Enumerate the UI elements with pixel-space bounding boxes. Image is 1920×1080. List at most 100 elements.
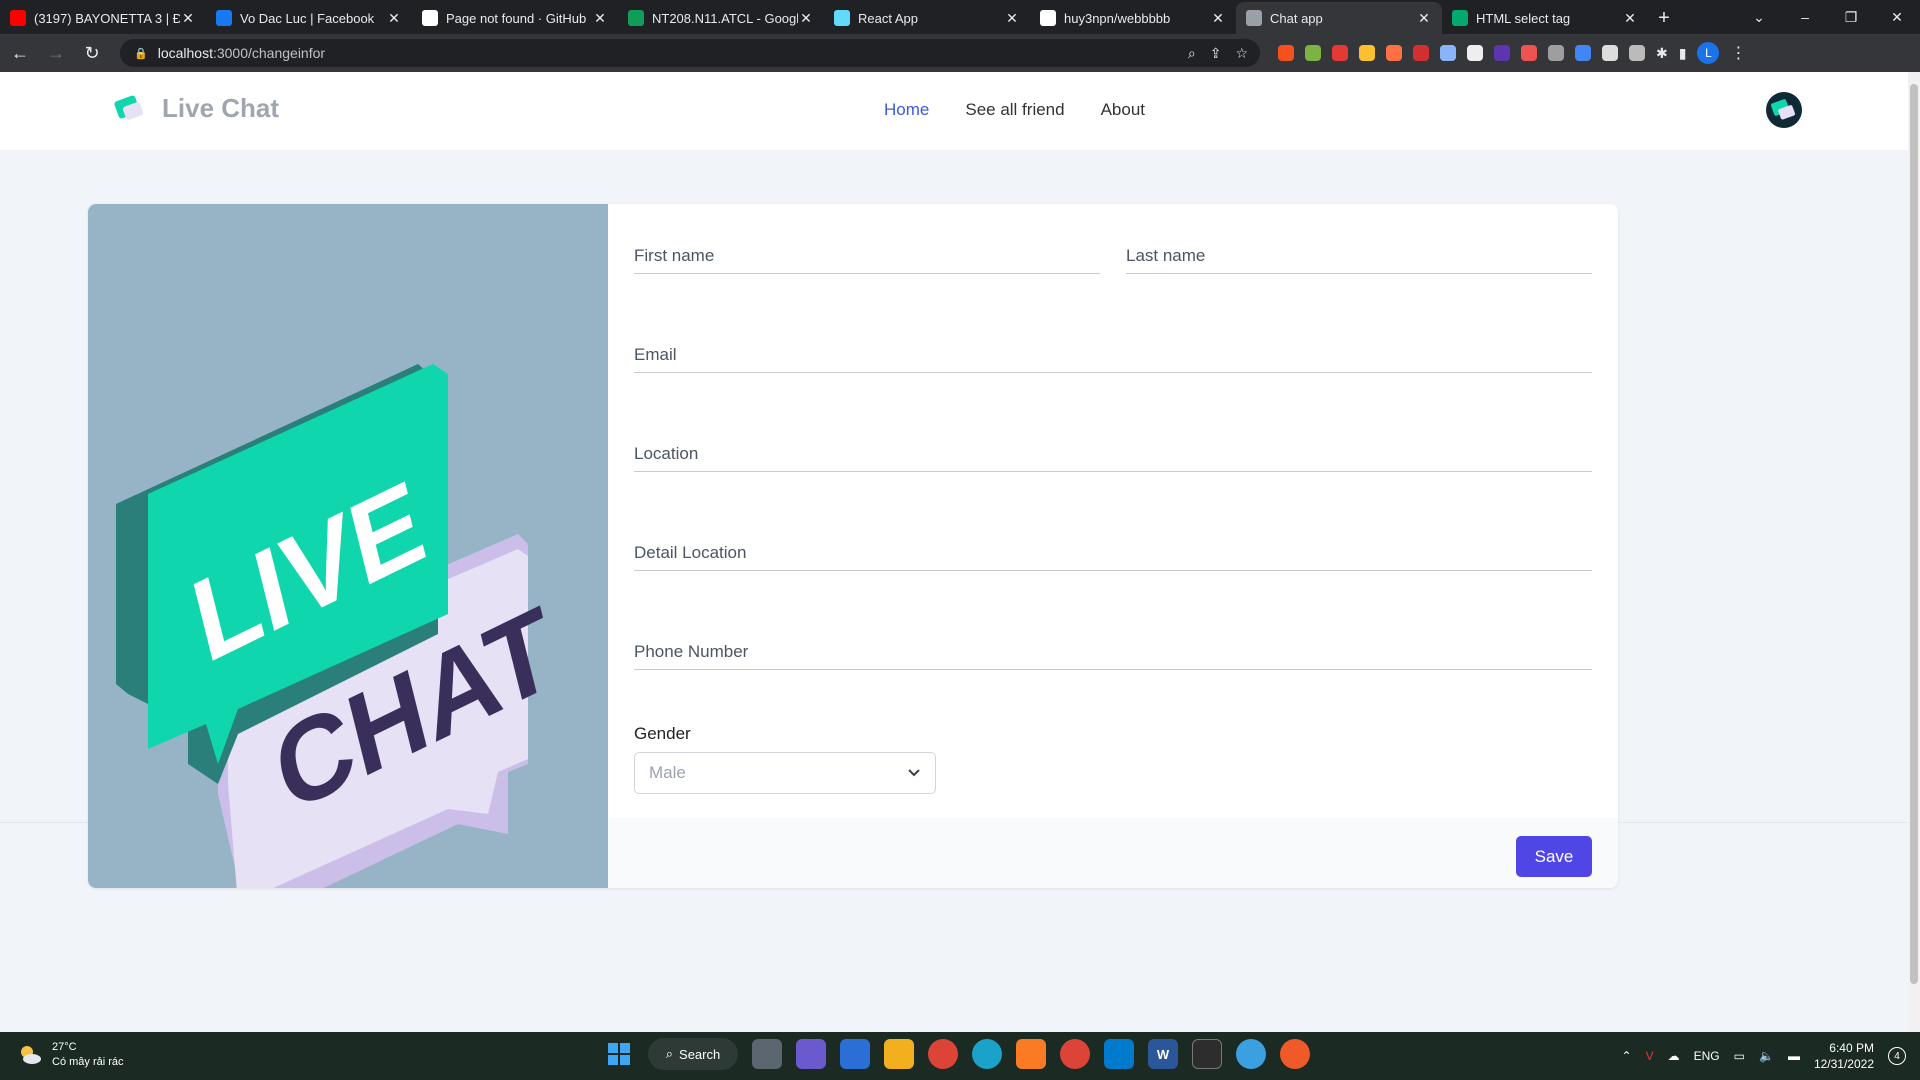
volume-icon[interactable]: 🔈: [1759, 1049, 1774, 1063]
browser-tab[interactable]: huy3npn/webbbbb ✕: [1030, 2, 1236, 34]
lock-icon: 🔒: [134, 47, 148, 60]
xampp-icon[interactable]: [1016, 1039, 1046, 1069]
close-tab-icon[interactable]: ✕: [592, 10, 608, 27]
puzzle-extensions-icon[interactable]: ✱: [1656, 45, 1668, 62]
restore-button[interactable]: ❐: [1828, 0, 1874, 34]
extension-icon[interactable]: [1602, 45, 1618, 61]
taskbar-search-button[interactable]: ⌕ Search: [648, 1038, 738, 1070]
weather-description: Có mây rải rác: [52, 1056, 124, 1068]
tab-title: NT208.N11.ATCL - Google: [652, 10, 798, 26]
word-icon[interactable]: W: [1148, 1039, 1178, 1069]
browser-tab[interactable]: (3197) BAYONETTA 3 | Đa ✕: [0, 2, 206, 34]
chrome-active-icon[interactable]: [1060, 1039, 1090, 1069]
edge-icon[interactable]: [972, 1039, 1002, 1069]
close-tab-icon[interactable]: ✕: [1210, 10, 1226, 27]
terminal-icon[interactable]: [1192, 1039, 1222, 1069]
gender-select[interactable]: Male: [634, 752, 936, 794]
tab-title: Page not found · GitHub: [446, 10, 587, 26]
last-name-input[interactable]: [1126, 240, 1592, 272]
wifi-icon[interactable]: ▭: [1734, 1049, 1745, 1063]
browser-tab[interactable]: Vo Dac Luc | Facebook ✕: [206, 2, 412, 34]
tab-title: React App: [858, 10, 918, 26]
new-tab-button[interactable]: +: [1648, 2, 1680, 34]
live-chat-illustration: LIVE CHAT: [88, 204, 608, 888]
extension-icon[interactable]: [1629, 45, 1645, 61]
clock[interactable]: 6:40 PM 12/31/2022: [1814, 1040, 1874, 1072]
nav-see-all-friend[interactable]: See all friend: [965, 100, 1064, 120]
windows-start-icon[interactable]: [604, 1039, 634, 1069]
close-tab-icon[interactable]: ✕: [1416, 10, 1432, 27]
close-tab-icon[interactable]: ✕: [798, 10, 814, 27]
email-input[interactable]: [634, 339, 1592, 371]
save-button[interactable]: Save: [1516, 836, 1592, 877]
user-avatar[interactable]: [1766, 92, 1802, 128]
extension-icon[interactable]: [1278, 45, 1294, 61]
chevron-up-icon[interactable]: ⌃: [1622, 1049, 1632, 1063]
postman-icon[interactable]: [1280, 1039, 1310, 1069]
extensions-area: ✱ ▮ L ⋮: [1278, 42, 1746, 64]
page-scrollbar[interactable]: [1908, 72, 1920, 1032]
avatar-logo-icon: [1770, 99, 1796, 120]
close-tab-icon[interactable]: ✕: [1622, 10, 1638, 27]
nav-home[interactable]: Home: [884, 100, 929, 120]
browser-tab[interactable]: NT208.N11.ATCL - Google ✕: [618, 2, 824, 34]
first-name-input[interactable]: [634, 240, 1100, 272]
w3schools-icon: [1452, 10, 1468, 26]
extension-icon[interactable]: [1332, 45, 1348, 61]
tab-search-icon[interactable]: ⌄: [1736, 0, 1782, 34]
close-window-button[interactable]: ✕: [1874, 0, 1920, 34]
tab-title: HTML select tag: [1476, 10, 1571, 26]
extension-icon[interactable]: [1521, 45, 1537, 61]
browser-tab[interactable]: Chat app ✕: [1236, 2, 1442, 34]
notification-badge[interactable]: 4: [1888, 1047, 1906, 1065]
extension-icon[interactable]: [1548, 45, 1564, 61]
back-button[interactable]: ←: [4, 37, 36, 69]
extension-icon[interactable]: [1386, 45, 1402, 61]
close-tab-icon[interactable]: ✕: [1004, 10, 1020, 27]
zoom-icon[interactable]: ⌕: [1188, 45, 1196, 62]
scrollbar-thumb[interactable]: [1910, 84, 1918, 984]
browser-menu-icon[interactable]: ⋮: [1730, 43, 1746, 63]
extension-icon[interactable]: [1467, 45, 1483, 61]
bookmark-star-icon[interactable]: ☆: [1235, 45, 1248, 62]
github-icon: [422, 10, 438, 26]
share-icon[interactable]: ⇪: [1210, 45, 1222, 62]
location-input[interactable]: [634, 438, 1592, 470]
address-bar[interactable]: 🔒 localhost:3000/changeinfor ⌕ ⇪ ☆: [120, 39, 1260, 67]
first-name-field: [634, 240, 1100, 274]
forward-button[interactable]: →: [40, 37, 72, 69]
weather-widget[interactable]: 27°C Có mây rải rác: [16, 1040, 124, 1070]
extension-icon[interactable]: [1440, 45, 1456, 61]
close-tab-icon[interactable]: ✕: [180, 10, 196, 27]
extension-icon[interactable]: [1413, 45, 1429, 61]
gender-label: Gender: [634, 724, 691, 743]
minimize-button[interactable]: –: [1782, 0, 1828, 34]
browser-tab[interactable]: Page not found · GitHub ✕: [412, 2, 618, 34]
side-panel-icon[interactable]: ▮: [1679, 45, 1687, 62]
profile-avatar[interactable]: L: [1697, 42, 1720, 64]
vscode-icon[interactable]: [1104, 1039, 1134, 1069]
battery-icon[interactable]: ▬: [1788, 1049, 1800, 1063]
task-view-icon[interactable]: [752, 1039, 782, 1069]
nav-about[interactable]: About: [1101, 100, 1145, 120]
reload-button[interactable]: ↻: [76, 37, 108, 69]
search-icon: ⌕: [665, 1046, 674, 1061]
browser-app-icon[interactable]: [1236, 1039, 1266, 1069]
extension-icon[interactable]: [1305, 45, 1321, 61]
chat-teams-icon[interactable]: [796, 1039, 826, 1069]
browser-tab[interactable]: React App ✕: [824, 2, 1030, 34]
extension-icon[interactable]: [1359, 45, 1375, 61]
language-indicator[interactable]: ENG: [1694, 1049, 1720, 1063]
tray-app-icon[interactable]: V: [1646, 1049, 1654, 1063]
extension-icon[interactable]: [1494, 45, 1510, 61]
store-icon[interactable]: [840, 1039, 870, 1069]
detail-location-input[interactable]: [634, 537, 1592, 569]
close-tab-icon[interactable]: ✕: [386, 10, 402, 27]
brand[interactable]: Live Chat: [112, 90, 279, 126]
tray-network-app-icon[interactable]: ☁: [1668, 1049, 1680, 1063]
browser-tab[interactable]: HTML select tag ✕: [1442, 2, 1648, 34]
phone-number-input[interactable]: [634, 636, 1592, 668]
chrome-icon[interactable]: [928, 1039, 958, 1069]
file-explorer-icon[interactable]: [884, 1039, 914, 1069]
extension-icon[interactable]: [1575, 45, 1591, 61]
